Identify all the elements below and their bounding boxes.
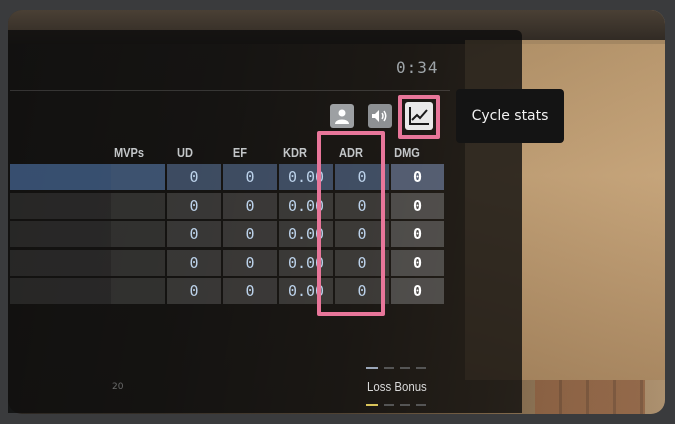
player-button[interactable] [330, 104, 354, 128]
loss-bonus-label: Loss Bonus [367, 379, 427, 394]
column-header-ef: EF [232, 145, 248, 160]
loss-bonus-bar-top-3 [400, 367, 410, 369]
adr-column-highlight [317, 131, 385, 316]
cell-ud: 0 [167, 249, 221, 276]
cell-mvps [111, 164, 165, 190]
cell-ef: 0 [223, 249, 277, 276]
column-header-dmg: DMG [394, 145, 420, 160]
player-name-cell [10, 278, 111, 304]
cell-mvps [111, 221, 165, 247]
cell-mvps [111, 278, 165, 304]
cell-ef: 0 [223, 192, 277, 219]
cell-ef: 0 [223, 164, 277, 190]
stats-button-highlight [398, 95, 440, 139]
cell-dmg: 0 [391, 249, 444, 276]
column-header-mvps: MVPs [113, 145, 145, 160]
cell-dmg: 0 [391, 164, 444, 190]
cell-ud: 0 [167, 164, 221, 190]
tooltip-cycle-stats: Cycle stats [456, 89, 564, 143]
loss-bonus-bar-top [366, 367, 378, 369]
loss-bonus-bar-bottom [366, 404, 378, 406]
cell-ud: 0 [167, 192, 221, 219]
column-header-ud: UD [177, 145, 193, 160]
cell-ef: 0 [223, 278, 277, 304]
column-header-kdr: KDR [283, 145, 307, 160]
cell-ud: 0 [167, 278, 221, 304]
round-timer: 0:34 [396, 58, 439, 77]
cell-ud: 0 [167, 221, 221, 247]
round-tick-label: 20 [112, 382, 124, 392]
brick-wall [535, 380, 645, 414]
header-divider [10, 90, 450, 91]
cell-mvps [111, 192, 165, 219]
loss-bonus-bar-bottom-3 [400, 404, 410, 406]
loss-bonus-bar-top-4 [416, 367, 426, 369]
player-name-cell [10, 164, 111, 190]
sound-button[interactable] [368, 104, 392, 128]
cell-ef: 0 [223, 221, 277, 247]
loss-bonus-bar-bottom-4 [416, 404, 426, 406]
player-name-cell [10, 221, 111, 247]
player-name-cell [10, 192, 111, 219]
cell-dmg: 0 [391, 278, 444, 304]
player-name-cell [10, 249, 111, 276]
speaker-icon [372, 110, 387, 122]
cell-mvps [111, 249, 165, 276]
loss-bonus-bar-bottom-2 [384, 404, 394, 406]
cell-dmg: 0 [391, 192, 444, 219]
cell-dmg: 0 [391, 221, 444, 247]
loss-bonus-bar-top-2 [384, 367, 394, 369]
person-icon [335, 109, 349, 124]
